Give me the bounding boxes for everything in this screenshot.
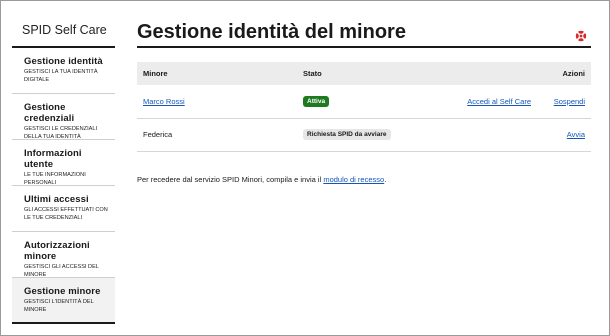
main-content: Gestione identità del minore Minore Stat…: [137, 14, 591, 184]
sidebar-item-gestione-credenziali[interactable]: Gestione credenziali Gestisci le credenz…: [12, 94, 115, 140]
minor-name: Federica: [143, 130, 173, 139]
sidebar-item-title: Informazioni utente: [24, 148, 82, 170]
sidebar: SPID Self Care Gestione identità Gestisc…: [12, 14, 115, 324]
minor-accounts-table: Minore Stato Azioni Marco Rossi Attiva A…: [137, 62, 591, 152]
status-badge-active: Attiva: [303, 95, 330, 107]
self-care-access-link[interactable]: Accedi al Self Care: [467, 97, 531, 106]
sidebar-item-gestione-minore[interactable]: Gestione minore Gestisci l'identità del …: [12, 278, 115, 324]
app-brand: SPID Self Care: [12, 14, 115, 48]
minor-name-link[interactable]: Marco Rossi: [143, 97, 185, 106]
withdrawal-note-end: .: [384, 174, 387, 184]
start-link[interactable]: Avvia: [567, 130, 585, 139]
withdrawal-note-text: Per recedere dal servizio SPID Minori, c…: [137, 174, 324, 184]
sidebar-item-desc: Gestisci la tua identità digitale: [24, 69, 98, 83]
sidebar-item-title: Gestione identità: [24, 56, 103, 67]
sidebar-item-title: Gestione credenziali: [24, 102, 75, 124]
header-stato: Stato: [303, 69, 322, 78]
sidebar-item-desc: Gli accessi effettuati con le tue creden…: [24, 207, 108, 221]
sidebar-item-informazioni-utente[interactable]: Informazioni utente Le tue informazioni …: [12, 140, 115, 186]
page-title: Gestione identità del minore: [137, 14, 591, 48]
status-badge-pending: Richiesta SPID da avviare: [303, 129, 391, 140]
sidebar-item-gestione-identita[interactable]: Gestione identità Gestisci la tua identi…: [12, 48, 115, 94]
sidebar-item-desc: Gestisci l'identità del minore: [24, 299, 94, 313]
sidebar-item-desc: Gestisci le credenziali della tua identi…: [24, 126, 98, 140]
table-row: Marco Rossi Attiva Accedi al Self Care S…: [137, 85, 591, 118]
lifebuoy-close-icon[interactable]: [575, 29, 587, 42]
sidebar-item-title: Gestione minore: [24, 286, 101, 297]
suspend-link[interactable]: Sospendi: [554, 97, 585, 106]
withdrawal-note: Per recedere dal servizio SPID Minori, c…: [137, 175, 591, 184]
sidebar-item-autorizzazioni-minore[interactable]: Autorizzazioni minore Gestisci gli acces…: [12, 232, 115, 278]
header-azioni-spacer: [433, 62, 537, 85]
sidebar-item-desc: Gestisci gli accessi del minore: [24, 264, 99, 278]
withdrawal-form-link[interactable]: modulo di recesso: [323, 175, 384, 184]
sidebar-item-title: Autorizzazioni minore: [24, 240, 90, 262]
sidebar-item-desc: Le tue informazioni personali: [24, 172, 86, 186]
sidebar-item-ultimi-accessi[interactable]: Ultimi accessi Gli accessi effettuati co…: [12, 186, 115, 232]
header-azioni: Azioni: [562, 69, 586, 78]
header-minore: Minore: [143, 69, 168, 78]
table-header-row: Minore Stato Azioni: [137, 62, 591, 85]
sidebar-item-title: Ultimi accessi: [24, 194, 89, 205]
table-row: Federica Richiesta SPID da avviare Avvia: [137, 118, 591, 151]
